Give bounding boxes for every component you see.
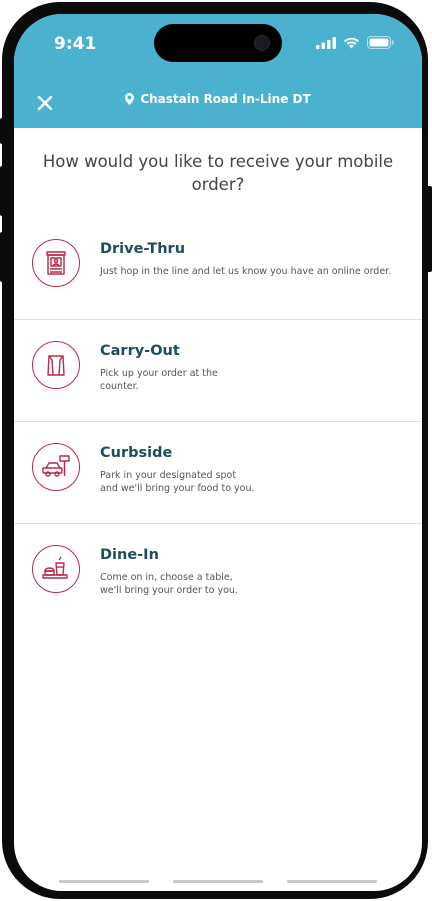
- signal-icon: [316, 36, 336, 49]
- tray-icon: [42, 556, 68, 579]
- option-dine-in[interactable]: Dine-In Come on in, choose a table, we'l…: [14, 524, 422, 626]
- bottom-bar-center: [173, 880, 263, 883]
- phone-frame: 9:41 Chastain Road In-Line DT How would …: [2, 2, 428, 899]
- car-icon-circle: [32, 443, 80, 491]
- option-carry-out[interactable]: Carry-Out Pick up your order at the coun…: [14, 320, 422, 422]
- battery-icon: [367, 36, 394, 49]
- page-question: How would you like to receive your mobil…: [42, 152, 394, 194]
- car-icon: [42, 455, 70, 477]
- option-description: Pick up your order at the counter.: [100, 368, 218, 392]
- option-title: Drive-Thru: [100, 241, 186, 257]
- bottom-bar-left: [59, 880, 149, 883]
- dynamic-island: [154, 24, 282, 62]
- screen: 9:41 Chastain Road In-Line DT How would …: [14, 14, 422, 891]
- bag-icon: [47, 355, 65, 376]
- option-drive-thru[interactable]: Drive-Thru Just hop in the line and let …: [14, 218, 422, 320]
- option-description: Park in your designated spot and we'll b…: [100, 470, 255, 494]
- option-description: Come on in, choose a table, we'll bring …: [100, 572, 238, 596]
- bag-icon-circle: [32, 341, 80, 389]
- option-title: Curbside: [100, 445, 173, 461]
- drive-thru-icon: [46, 251, 66, 275]
- camera-icon: [254, 35, 270, 51]
- option-title: Dine-In: [100, 547, 159, 563]
- location-selector[interactable]: Chastain Road In-Line DT: [14, 92, 422, 106]
- drive-thru-icon-circle: [32, 239, 80, 287]
- location-pin-icon: [125, 93, 135, 105]
- tray-icon-circle: [32, 545, 80, 593]
- option-title: Carry-Out: [100, 343, 180, 359]
- location-name: Chastain Road In-Line DT: [140, 92, 311, 106]
- option-description: Just hop in the line and let us know you…: [100, 266, 392, 277]
- status-time: 9:41: [54, 34, 97, 54]
- order-options-list: Drive-Thru Just hop in the line and let …: [14, 218, 422, 626]
- status-icons: [316, 36, 394, 49]
- option-curbside[interactable]: Curbside Park in your designated spot an…: [14, 422, 422, 524]
- bottom-bar-right: [287, 880, 377, 883]
- wifi-icon: [344, 37, 359, 48]
- header: 9:41 Chastain Road In-Line DT: [14, 14, 422, 128]
